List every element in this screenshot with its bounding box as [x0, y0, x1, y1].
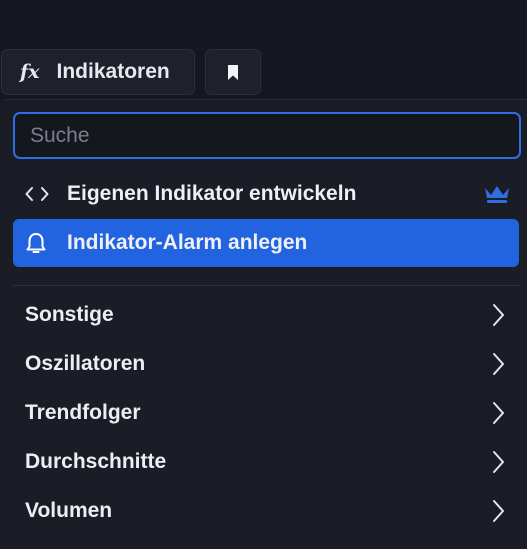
category-oszillatoren[interactable]: Oszillatoren: [0, 339, 527, 388]
category-label: Durchschnitte: [25, 449, 167, 473]
create-indicator-alarm-label: Indikator-Alarm anlegen: [67, 231, 308, 254]
develop-own-indicator-label: Eigenen Indikator entwickeln: [67, 182, 357, 205]
indicators-button[interactable]: fx Indikatoren: [1, 49, 195, 95]
category-sonstige[interactable]: Sonstige: [0, 290, 527, 339]
category-label: Oszillatoren: [25, 351, 146, 375]
search-box: [13, 112, 521, 159]
chevron-right-icon: [493, 304, 504, 326]
develop-own-indicator-item[interactable]: Eigenen Indikator entwickeln: [13, 170, 519, 218]
chevron-right-icon: [493, 500, 504, 522]
category-durchschnitte[interactable]: Durchschnitte: [0, 437, 527, 486]
bookmark-icon: [228, 64, 238, 80]
create-indicator-alarm-item[interactable]: Indikator-Alarm anlegen: [13, 219, 519, 267]
indicator-toolbar: fx Indikatoren: [0, 0, 527, 100]
indicators-button-label: Indikatoren: [56, 60, 170, 83]
indicators-dropdown: Eigenen Indikator entwickeln Indikator-A…: [0, 99, 527, 549]
bookmark-button[interactable]: [205, 49, 261, 95]
chevron-right-icon: [493, 402, 504, 424]
fx-icon: fx: [20, 61, 40, 83]
category-label: Volumen: [25, 498, 113, 522]
chevron-right-icon: [493, 353, 504, 375]
search-input[interactable]: [28, 122, 506, 149]
category-trendfolger[interactable]: Trendfolger: [0, 388, 527, 437]
crown-icon: [485, 186, 509, 203]
category-label: Trendfolger: [25, 400, 141, 424]
bell-icon: [25, 231, 55, 255]
menu-divider: [13, 285, 521, 286]
code-brackets-icon: [25, 186, 55, 202]
chevron-right-icon: [493, 451, 504, 473]
category-label: Sonstige: [25, 302, 114, 326]
category-volumen[interactable]: Volumen: [0, 486, 527, 535]
